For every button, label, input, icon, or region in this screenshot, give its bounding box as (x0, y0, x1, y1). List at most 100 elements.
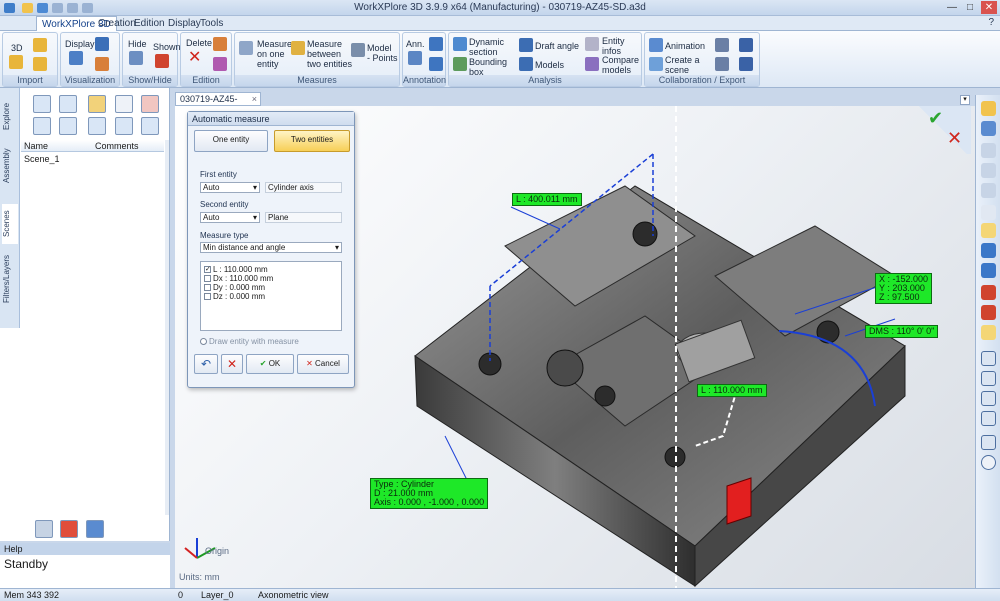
annotation-dms-angle[interactable]: DMS : 110° 0' 0" (865, 325, 939, 338)
draw-entity-option[interactable]: Draw entity with measure (200, 337, 299, 346)
draft-angle-icon[interactable] (519, 38, 533, 52)
model-points-button[interactable]: Model - Points (367, 43, 398, 63)
scene-tool-9-icon[interactable] (115, 117, 133, 135)
info-icon[interactable] (115, 95, 133, 113)
layout-split-icon[interactable] (981, 371, 996, 386)
side-tab-filters-layers[interactable]: Filters/Layers (2, 254, 18, 304)
add-folder-icon[interactable] (33, 57, 47, 71)
web-export-icon[interactable] (86, 520, 104, 538)
zoom-in-icon[interactable] (981, 143, 996, 158)
measure-one-entity-button[interactable]: Measure on one entity (257, 39, 292, 69)
result-l[interactable]: ✓ L : 110.000 mm (204, 265, 338, 274)
pdf-export-icon[interactable] (60, 520, 78, 538)
measure-two-entities-icon[interactable] (291, 41, 305, 55)
annotation-cylinder[interactable]: Type : Cylinder D : 21.000 mm Axis : 0.0… (370, 478, 489, 509)
scene-tool-1-icon[interactable] (33, 95, 51, 113)
orbit-icon[interactable] (981, 223, 996, 238)
compare-models-button[interactable]: Compare models (602, 55, 639, 75)
measure-type-select[interactable]: Min distance and angle (200, 242, 342, 253)
properties-icon[interactable] (213, 57, 227, 71)
column-comments[interactable]: Comments (95, 141, 139, 151)
tab-two-entities[interactable]: Two entities (274, 130, 350, 152)
measure-one-entity-icon[interactable] (239, 41, 253, 55)
fit-icon[interactable] (981, 205, 996, 220)
cancel-button[interactable]: ✕ Cancel (297, 354, 349, 374)
bounding-box-button[interactable]: Bounding box (469, 57, 507, 77)
target-icon[interactable] (981, 455, 996, 470)
view-iso-icon[interactable] (981, 325, 996, 340)
table-row[interactable]: Scene_1 (24, 154, 60, 164)
layout-quad-icon[interactable] (981, 411, 996, 426)
models-icon[interactable] (519, 57, 533, 71)
annotation-button[interactable]: Ann. (406, 39, 425, 49)
close-button[interactable]: ✕ (981, 1, 997, 14)
model-points-icon[interactable] (351, 43, 365, 57)
scene-tool-10-icon[interactable] (141, 117, 159, 135)
annotation-coordinates[interactable]: X : -152.000 Y : 203.000 Z : 97.500 (875, 273, 933, 304)
grid-icon[interactable] (981, 435, 996, 450)
side-tab-assembly[interactable]: Assembly (2, 146, 18, 186)
dynamic-section-icon[interactable] (453, 37, 467, 51)
annotation-length-top[interactable]: L : 400.011 mm (512, 193, 582, 206)
hide-icon[interactable] (129, 51, 143, 65)
note-annotation-icon[interactable] (429, 57, 443, 71)
create-scene-icon[interactable] (649, 57, 663, 71)
undo-measure-button[interactable]: ↶ (194, 354, 218, 374)
ok-button[interactable]: ✔ OK (246, 354, 294, 374)
view-left-icon[interactable] (981, 305, 996, 320)
viewport-menu-icon[interactable]: ▾ (960, 95, 970, 105)
tab-tools[interactable]: Tools (195, 16, 228, 31)
import-3d-icon[interactable] (9, 55, 23, 69)
scene-tool-3-icon[interactable] (88, 95, 106, 113)
animation-button[interactable]: Animation (665, 41, 705, 51)
animation-icon[interactable] (649, 38, 663, 52)
view-right-icon[interactable] (981, 285, 996, 300)
delete-icon[interactable]: ✕ (188, 47, 201, 67)
scene-tool-8-icon[interactable] (88, 117, 106, 135)
view-home-icon[interactable] (981, 101, 996, 116)
result-dx-checkbox[interactable] (204, 275, 211, 283)
print-export-icon[interactable] (739, 57, 753, 71)
hide-button[interactable]: Hide (128, 39, 147, 49)
shown-button[interactable]: Shown (153, 42, 181, 52)
shown-icon[interactable] (155, 54, 169, 68)
dynamic-section-button[interactable]: Dynamic section (469, 37, 504, 57)
display-icon[interactable] (69, 51, 83, 65)
display-button[interactable]: Display (65, 39, 95, 49)
zoom-window-icon[interactable] (981, 183, 996, 198)
models-button[interactable]: Models (535, 60, 564, 70)
entity-infos-icon[interactable] (585, 37, 599, 51)
compare-models-icon[interactable] (585, 57, 599, 71)
clear-button[interactable]: ✕ (221, 354, 243, 374)
maximize-button[interactable]: □ (962, 1, 978, 14)
column-name[interactable]: Name (24, 141, 48, 151)
side-tab-explore[interactable]: Explore (2, 96, 18, 136)
import-3d-button[interactable]: 3D (11, 43, 23, 53)
result-l-checkbox[interactable]: ✓ (204, 266, 211, 274)
draw-entity-radio[interactable] (200, 338, 207, 346)
scene-tool-2-icon[interactable] (59, 95, 77, 113)
result-dy-checkbox[interactable] (204, 284, 211, 292)
text-annotation-icon[interactable] (429, 37, 443, 51)
scene-tool-6-icon[interactable] (33, 117, 51, 135)
view-front-icon[interactable] (981, 243, 996, 258)
render-icon[interactable] (95, 57, 109, 71)
view-top-icon[interactable] (981, 263, 996, 278)
edit-icon[interactable] (213, 37, 227, 51)
minimize-button[interactable]: — (944, 1, 960, 14)
annotation-icon[interactable] (408, 51, 422, 65)
first-entity-select[interactable]: Auto (200, 182, 260, 193)
result-dz[interactable]: Dz : 0.000 mm (204, 292, 338, 301)
second-entity-select[interactable]: Auto (200, 212, 260, 223)
tab-one-entity[interactable]: One entity (194, 130, 268, 152)
side-tab-scenes[interactable]: Scenes (2, 204, 18, 244)
result-dx[interactable]: Dx : 110.000 mm (204, 274, 338, 283)
delete-scene-icon[interactable] (141, 95, 159, 113)
document-tab[interactable]: 030719-AZ45-SD.a3d × (175, 92, 261, 117)
result-dy[interactable]: Dy : 0.000 mm (204, 283, 338, 292)
annotation-length-mid[interactable]: L : 110.000 mm (697, 384, 767, 397)
save-export-icon[interactable] (739, 38, 753, 52)
scene-tool-7-icon[interactable] (59, 117, 77, 135)
entity-infos-button[interactable]: Entity infos (602, 36, 625, 56)
zoom-out-icon[interactable] (981, 163, 996, 178)
